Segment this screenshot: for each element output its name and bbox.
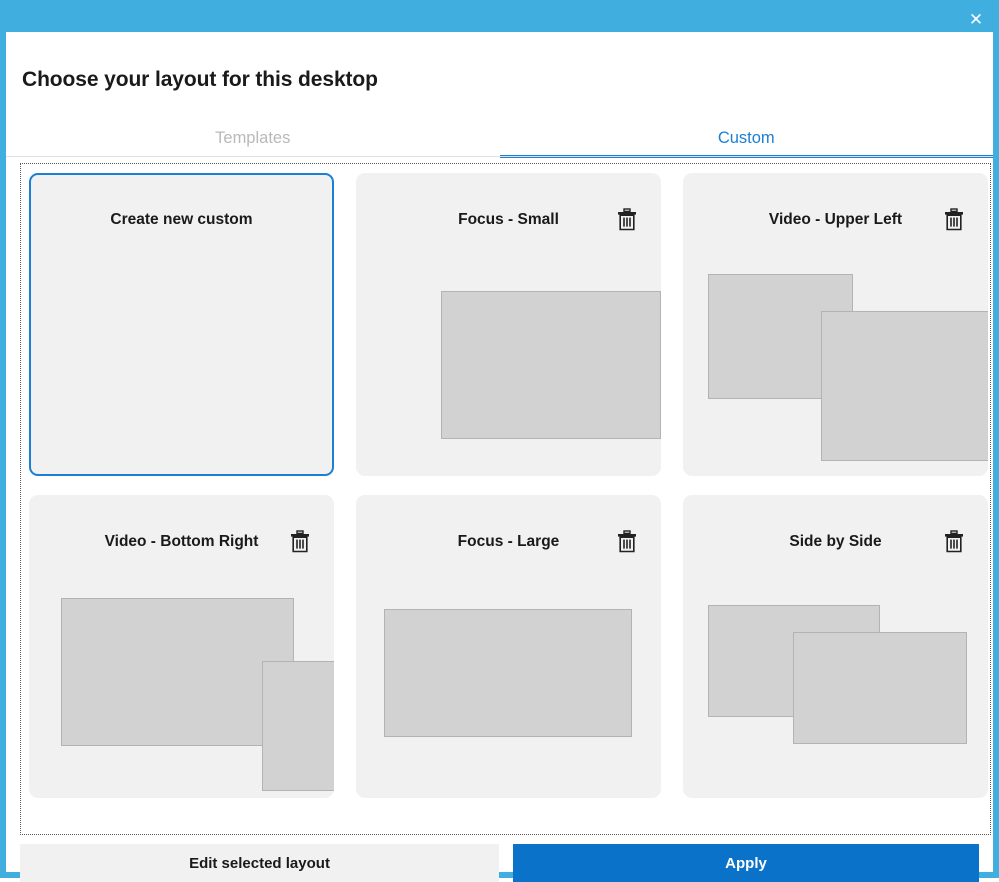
tab-templates[interactable]: Templates [6,118,500,158]
trash-icon[interactable] [617,530,637,553]
edit-selected-layout-button[interactable]: Edit selected layout [20,844,499,882]
layout-card-title: Focus - Small [458,211,559,228]
layout-zone [821,311,988,461]
layout-card-title: Side by Side [789,533,882,550]
tab-bar: Templates Custom [6,118,993,158]
tab-custom-label: Custom [717,128,775,147]
trash-icon[interactable] [944,530,964,553]
layout-card-video-bottom-right[interactable]: Video - Bottom Right [29,495,334,798]
layouts-grid: Create new custom Focus - Small Video - … [21,164,990,817]
layout-zone [441,291,661,439]
dialog-footer: Edit selected layout Apply [20,844,979,882]
layout-card-focus-small[interactable]: Focus - Small [356,173,661,476]
layouts-row: Video - Bottom Right Focus - Large Side … [29,495,990,798]
title-bar: ✕ [6,6,993,32]
tab-bar-divider [6,156,993,157]
tab-templates-label: Templates [215,128,291,147]
page-title: Choose your layout for this desktop [22,68,378,91]
layout-chooser-window: ✕ Choose your layout for this desktop Te… [0,0,999,882]
layout-card-title: Focus - Large [457,533,560,550]
layout-card-title: Create new custom [110,211,253,228]
layouts-row: Create new custom Focus - Small Video - … [29,173,990,476]
layout-preview [683,495,988,798]
layout-preview [683,173,988,476]
layout-zone [262,661,334,791]
layout-card-side-by-side[interactable]: Side by Side [683,495,988,798]
layouts-scroll-region[interactable]: Create new custom Focus - Small Video - … [20,163,991,835]
layout-card-title: Video - Bottom Right [104,533,259,550]
layout-preview [29,495,334,798]
layout-preview [356,495,661,798]
layout-card-video-upper-left[interactable]: Video - Upper Left [683,173,988,476]
tab-custom[interactable]: Custom [499,118,993,158]
trash-icon[interactable] [944,208,964,231]
apply-button[interactable]: Apply [513,844,979,882]
layout-zone [384,609,632,737]
trash-icon[interactable] [290,530,310,553]
layout-zone [793,632,967,744]
layout-card-focus-large[interactable]: Focus - Large [356,495,661,798]
dialog-body: Choose your layout for this desktop Temp… [6,32,993,882]
trash-icon[interactable] [617,208,637,231]
layout-zone [708,274,853,399]
layout-preview [356,173,661,476]
layout-card-title: Video - Upper Left [768,211,903,228]
layout-zone [61,598,294,746]
close-icon[interactable]: ✕ [959,6,993,32]
layout-card-create-new-custom[interactable]: Create new custom [29,173,334,476]
layout-zone [708,605,880,717]
